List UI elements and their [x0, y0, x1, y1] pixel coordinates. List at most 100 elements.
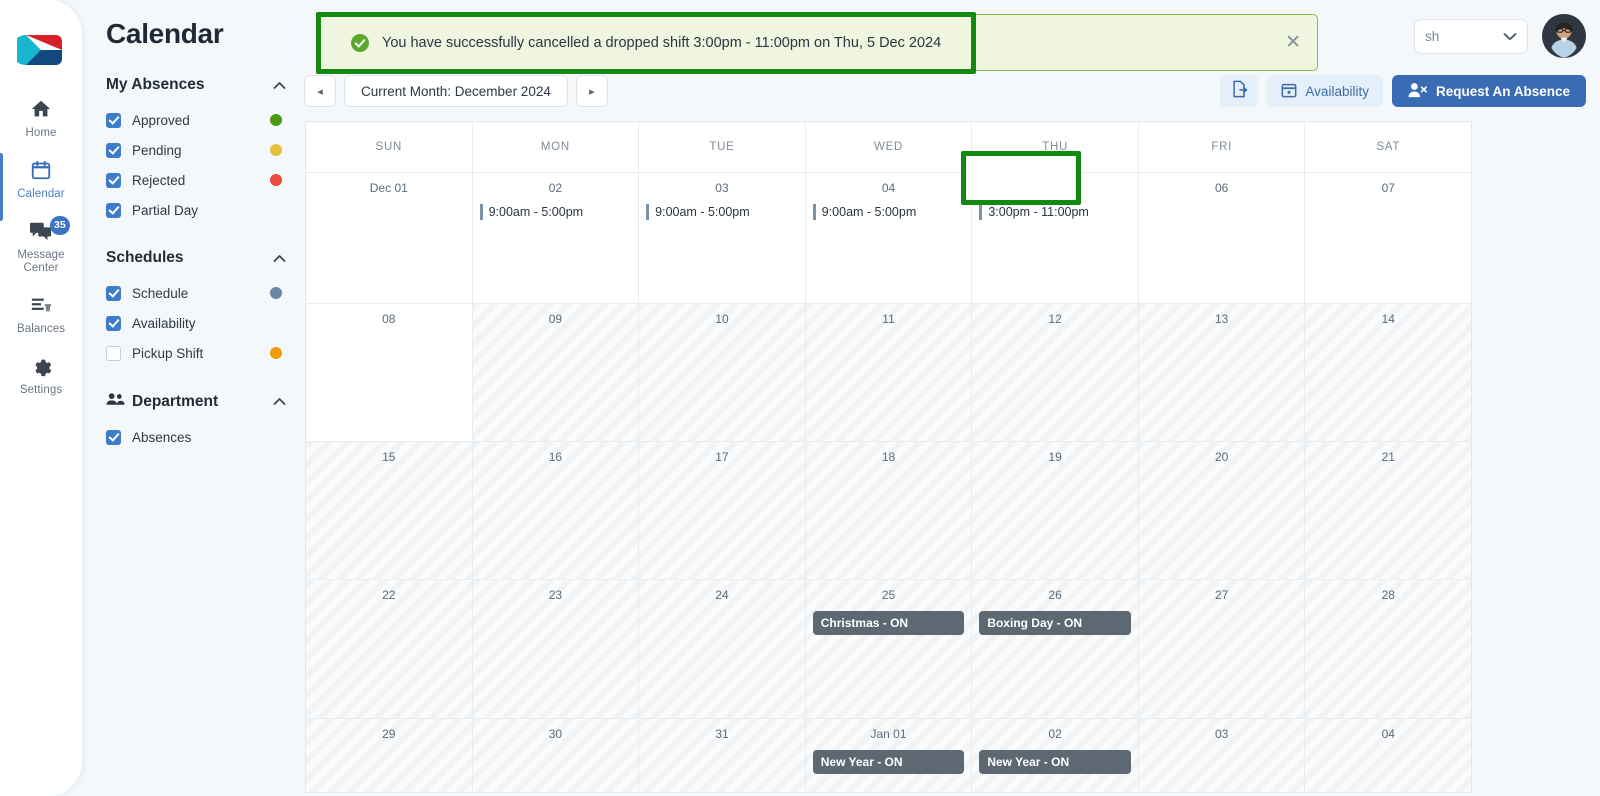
calendar-day-cell[interactable]: 29 [306, 719, 473, 792]
calendar-day-cell[interactable]: 11 [805, 304, 973, 441]
filter-group-header[interactable]: Department [106, 392, 286, 411]
sidebar-item-home[interactable]: Home [0, 88, 82, 149]
holiday-entry[interactable]: New Year - ON [979, 750, 1131, 774]
calendar-day-cell[interactable]: 06 [1139, 173, 1306, 303]
filter-row-rejected[interactable]: Rejected [106, 165, 286, 195]
filter-row-partial-day[interactable]: Partial Day [106, 195, 286, 225]
day-number: 20 [1215, 450, 1229, 464]
calendar-day-cell[interactable]: 12 [972, 304, 1139, 441]
close-icon[interactable]: ✕ [1285, 33, 1301, 52]
user-avatar[interactable] [1542, 14, 1586, 58]
filter-row-pending[interactable]: Pending [106, 135, 286, 165]
export-button[interactable] [1220, 75, 1259, 107]
request-absence-button[interactable]: Request An Absence [1391, 75, 1586, 107]
checkbox-pickup-shift[interactable] [106, 345, 121, 361]
legend-dot-none [270, 431, 282, 443]
calendar-day-cell[interactable]: 21 [1305, 442, 1471, 579]
calendar-day-cell[interactable]: 03 9:00am - 5:00pm [639, 173, 806, 303]
filter-row-availability[interactable]: Availability [106, 308, 286, 338]
calendar-day-cell[interactable]: Dec 01 [306, 173, 473, 303]
calendar-day-cell[interactable]: 26 Boxing Day - ON [972, 580, 1139, 718]
sidebar-item-label: Home [25, 127, 57, 139]
sidebar-item-balances[interactable]: Balances [0, 284, 82, 345]
calendar-day-cell[interactable]: 30 [472, 719, 640, 792]
legend-dot-pending [270, 144, 282, 156]
holiday-entry[interactable]: Christmas - ON [812, 611, 965, 635]
filter-group-header[interactable]: Schedules [106, 249, 286, 267]
current-month-button[interactable]: Current Month: December 2024 [344, 75, 568, 107]
calendar-day-cell[interactable]: 02 9:00am - 5:00pm [473, 173, 640, 303]
holiday-entry[interactable]: New Year - ON [812, 750, 965, 774]
checkbox-approved[interactable] [106, 112, 121, 128]
calendar-day-cell[interactable]: 09 [472, 304, 640, 441]
day-number: Jan 01 [870, 727, 907, 741]
day-number: 21 [1381, 450, 1395, 464]
shift-entry[interactable]: 9:00am - 5:00pm [479, 204, 632, 220]
day-number: 23 [548, 588, 563, 602]
filter-row-absences[interactable]: Absences [106, 422, 286, 452]
day-number: 14 [1381, 312, 1395, 326]
availability-button[interactable]: Availability [1267, 75, 1383, 107]
calendar-day-cell[interactable]: 27 [1138, 580, 1306, 718]
sidebar-item-settings[interactable]: Settings [0, 345, 82, 406]
calendar-day-header: FRI [1139, 122, 1306, 172]
sidebar-item-message-center[interactable]: 35 Message Center [0, 210, 82, 284]
checkbox-pending[interactable] [106, 142, 121, 158]
shift-entry[interactable]: 3:00pm - 11:00pm [979, 204, 1131, 220]
shift-entry[interactable]: 9:00am - 5:00pm [646, 204, 798, 220]
calendar-day-cell[interactable]: 22 [306, 580, 473, 718]
calendar-day-cell[interactable]: 16 [472, 442, 640, 579]
legend-dot-pickup-shift [270, 347, 282, 359]
filter-row-pickup-shift[interactable]: Pickup Shift [106, 338, 286, 368]
day-of-week-label: SUN [375, 141, 402, 153]
calendar-day-cell[interactable]: 20 [1138, 442, 1306, 579]
filter-row-approved[interactable]: Approved [106, 105, 286, 135]
calendar-day-cell[interactable]: 04 9:00am - 5:00pm [806, 173, 973, 303]
sidebar-item-calendar[interactable]: Calendar [0, 149, 82, 221]
prev-month-button[interactable]: ◂ [304, 75, 336, 107]
filter-row-schedule[interactable]: Schedule [106, 278, 286, 308]
calendar-day-cell[interactable]: 07 [1305, 173, 1471, 303]
calendar-day-cell[interactable]: 19 [972, 442, 1139, 579]
day-number: 04 [1381, 727, 1395, 741]
shift-entry[interactable]: 9:00am - 5:00pm [812, 204, 965, 220]
checkbox-schedule[interactable] [106, 285, 121, 301]
calendar-day-cell[interactable]: 10 [639, 304, 806, 441]
calendar-day-cell[interactable]: 04 [1305, 719, 1471, 792]
calendar-day-cell[interactable]: 28 [1305, 580, 1471, 718]
day-number: 11 [882, 312, 895, 326]
filter-group-header[interactable]: My Absences [106, 76, 286, 94]
calendar-day-cell[interactable]: 23 [472, 580, 640, 718]
calendar-day-cell[interactable]: 15 [306, 442, 473, 579]
calendar-day-cell[interactable]: 03 [1138, 719, 1306, 792]
checkbox-partial-day[interactable] [106, 202, 121, 218]
next-month-button[interactable]: ▸ [575, 75, 608, 107]
chevron-up-icon[interactable] [272, 395, 286, 408]
calendar-day-cell[interactable]: Jan 01 New Year - ON [805, 719, 973, 792]
chevron-down-icon [1503, 29, 1517, 44]
filter-label: Rejected [132, 172, 186, 188]
calendar-day-cell[interactable]: 14 [1305, 304, 1471, 441]
calendar-day-header: MON [473, 122, 640, 172]
checkbox-rejected[interactable] [106, 172, 121, 188]
checkbox-availability[interactable] [106, 315, 121, 331]
day-number: 08 [382, 312, 396, 326]
filter-label: Schedule [132, 285, 189, 301]
checkbox-absences[interactable] [106, 429, 121, 445]
calendar-day-cell[interactable]: 24 [639, 580, 806, 718]
calendar-day-cell[interactable]: 31 [639, 719, 806, 792]
calendar-day-cell[interactable]: 08 [306, 304, 473, 441]
calendar-day-cell[interactable]: 13 [1138, 304, 1306, 441]
holiday-entry[interactable]: Boxing Day - ON [979, 611, 1131, 635]
calendar-day-cell[interactable]: 18 [805, 442, 973, 579]
calendar-day-cell[interactable]: 02 New Year - ON [972, 719, 1139, 792]
chevron-up-icon[interactable] [272, 79, 286, 92]
language-value: sh [1425, 28, 1440, 44]
availability-label: Availability [1305, 83, 1369, 99]
request-absence-label: Request An Absence [1435, 83, 1570, 99]
calendar-day-cell[interactable]: 17 [639, 442, 806, 579]
calendar-day-cell[interactable]: 25 Christmas - ON [805, 580, 973, 718]
language-select[interactable]: sh [1414, 18, 1528, 54]
chevron-up-icon[interactable] [272, 252, 286, 265]
calendar-day-cell[interactable]: 05 3:00pm - 11:00pm [972, 173, 1139, 303]
